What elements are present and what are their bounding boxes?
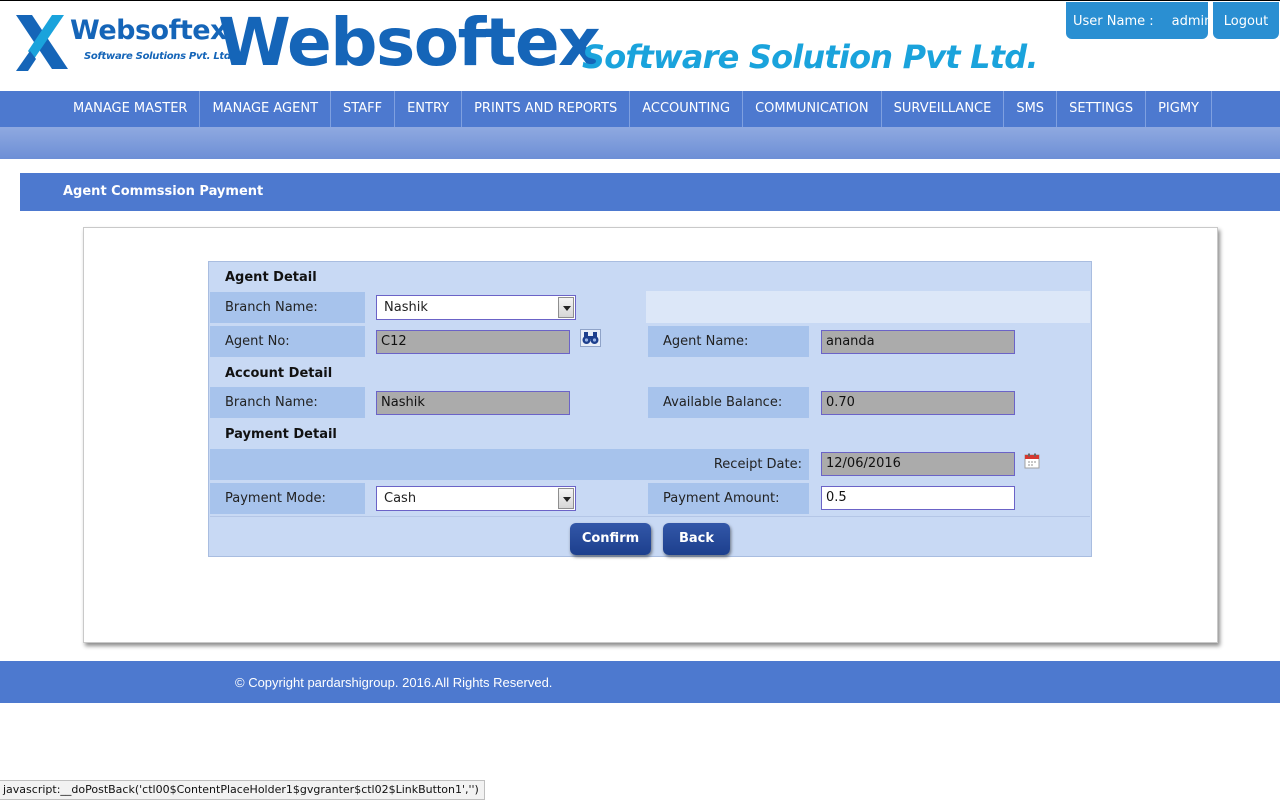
nav-item-surveillance[interactable]: SURVEILLANCE [882, 91, 1005, 127]
payment-amount-input[interactable]: 0.5 [821, 486, 1015, 510]
nav-item-settings[interactable]: SETTINGS [1057, 91, 1147, 127]
agent-commission-form: Agent Detail Branch Name: Nashik Agent N… [208, 261, 1092, 557]
confirm-button[interactable]: Confirm [570, 523, 651, 555]
account-branch-name-label: Branch Name: [210, 387, 365, 418]
section-heading-account-detail: Account Detail [225, 366, 333, 381]
nav-item-manage-agent[interactable]: MANAGE AGENT [200, 91, 332, 127]
receipt-date-field[interactable]: 12/06/2016 [821, 452, 1015, 476]
logout-button[interactable]: Logout [1213, 2, 1279, 39]
browser-status-bar: javascript:__doPostBack('ctl00$ContentPl… [0, 780, 485, 800]
page-title-bar: Agent Commssion Payment [20, 173, 1280, 211]
user-name: admin [1171, 14, 1213, 29]
brand-title: Websoftex [218, 4, 601, 81]
branch-name-label: Branch Name: [210, 292, 365, 323]
section-heading-agent-detail: Agent Detail [225, 270, 317, 285]
branch-name-select[interactable]: Nashik [376, 295, 576, 320]
payment-mode-label: Payment Mode: [210, 483, 365, 514]
calendar-icon[interactable] [1024, 453, 1040, 469]
payment-mode-select[interactable]: Cash [376, 486, 576, 511]
nav-item-entry[interactable]: ENTRY [395, 91, 463, 127]
nav-item-communication[interactable]: COMMUNICATION [743, 91, 882, 127]
available-balance-label: Available Balance: [648, 387, 809, 418]
form-actions: Confirm Back [210, 516, 1090, 556]
page-title: Agent Commssion Payment [63, 184, 264, 199]
nav-item-sms[interactable]: SMS [1004, 91, 1058, 127]
nav-item-accounting[interactable]: ACCOUNTING [630, 91, 744, 127]
section-heading-payment-detail: Payment Detail [225, 427, 337, 442]
nav-item-staff[interactable]: STAFF [331, 91, 396, 127]
logo-name: Websoftex [70, 15, 227, 46]
receipt-date-label: Receipt Date: [210, 449, 809, 480]
footer: © Copyright pardarshigroup. 2016.All Rig… [0, 661, 1280, 703]
header: Websoftex Software Solutions Pvt. Ltd. W… [0, 0, 1280, 91]
main-nav: MANAGE MASTER MANAGE AGENT STAFF ENTRY P… [0, 91, 1280, 127]
binoculars-search-icon[interactable] [580, 329, 601, 347]
payment-amount-label: Payment Amount: [648, 483, 809, 514]
agent-name-field[interactable]: ananda [821, 330, 1015, 354]
payment-mode-selected: Cash [384, 491, 417, 506]
company-logo[interactable]: Websoftex Software Solutions Pvt. Ltd. [14, 13, 235, 75]
nav-item-pigmy[interactable]: PIGMY [1146, 91, 1212, 127]
agent-no-field[interactable]: C12 [376, 330, 570, 354]
nav-item-prints-and-reports[interactable]: PRINTS AND REPORTS [462, 91, 631, 127]
user-label: User Name : [1073, 14, 1154, 29]
logo-tagline: Software Solutions Pvt. Ltd. [84, 51, 235, 62]
branch-name-selected: Nashik [384, 300, 428, 315]
logo-x-icon [16, 15, 68, 71]
agent-no-label: Agent No: [210, 326, 365, 357]
back-button[interactable]: Back [663, 523, 730, 555]
account-branch-name-field[interactable]: Nashik [376, 391, 570, 415]
footer-copyright: © Copyright pardarshigroup. 2016.All Rig… [235, 675, 553, 690]
chevron-down-icon[interactable] [558, 488, 574, 509]
nav-item-manage-master[interactable]: MANAGE MASTER [61, 91, 201, 127]
user-info: User Name : admin [1066, 2, 1212, 39]
agent-name-label: Agent Name: [648, 326, 809, 357]
row-band [646, 291, 1090, 323]
available-balance-field[interactable]: 0.70 [821, 391, 1015, 415]
chevron-down-icon[interactable] [558, 297, 574, 318]
sub-nav-bar [0, 127, 1280, 159]
brand-subtitle: Software Solution Pvt Ltd. [582, 38, 1038, 76]
